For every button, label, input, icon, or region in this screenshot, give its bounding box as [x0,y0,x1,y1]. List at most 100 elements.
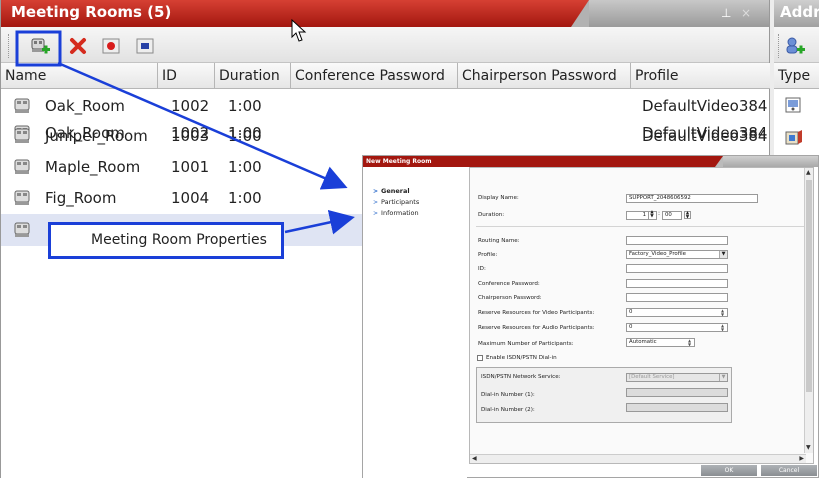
dialog-title: New Meeting Room [366,158,432,165]
room-id: 1002 [171,97,210,115]
isdn-service-value: [Default Service] [629,374,675,380]
isdn-settings-group: ISDN/PSTN Network Service: [Default Serv… [476,367,732,423]
id-label: ID: [478,266,486,272]
stop-icon [136,38,154,54]
routing-name-label: Routing Name: [478,238,520,244]
column-header-duration[interactable]: Duration [215,63,291,89]
room-id: 1001 [171,158,210,176]
address-book-title: Addr [780,3,819,21]
chairperson-password-label: Chairperson Password: [478,295,542,301]
scroll-down-icon[interactable]: ▼ [806,444,811,452]
reserve-audio-stepper[interactable]: 0 ▲ ▼ [626,323,728,332]
profile-value: Factory_Video_Profile [629,251,686,257]
conference-password-label: Conference Password: [478,281,540,287]
address-book-title-bar: Addr [774,0,819,27]
add-participant-icon [786,37,805,54]
reserve-video-stepper[interactable]: 0 ▲ ▼ [626,308,728,317]
room-name: Fig_Room [45,189,117,207]
room-id: 1004 [171,189,210,207]
scroll-left-icon[interactable]: ◀ [472,455,477,463]
scrollbar-thumb[interactable] [806,180,812,392]
room-name: Oak_Room [45,97,125,115]
profile-label: Profile: [478,252,498,258]
max-participants-value: Automatic [629,339,657,345]
general-settings-panel: Display Name: SUPPORT_2048606592 Duratio… [469,167,814,464]
spinner-icon[interactable]: ▲ ▼ [719,309,726,316]
ok-button[interactable]: OK [701,465,757,476]
nav-information[interactable]: > Information [373,209,419,217]
isdn-service-select[interactable]: [Default Service] ▼ [626,373,728,382]
toolbar-grip [778,34,780,58]
enable-isdn-checkbox[interactable] [477,355,483,361]
column-header-profile[interactable]: Profile [631,63,771,89]
cancel-button[interactable]: Cancel [761,465,817,476]
scroll-right-icon[interactable]: ▶ [799,455,804,463]
reserve-video-value: 0 [629,309,633,315]
duration-hours-spinner[interactable]: ▲ ▼ [648,210,655,219]
reserve-audio-value: 0 [629,324,633,330]
chairperson-password-field[interactable] [626,293,728,302]
horizontal-scrollbar[interactable]: ◀ ▶ [470,454,806,463]
routing-name-field[interactable] [626,236,728,245]
table-row[interactable]: Juniper_Room 1003 1:00 DefaultVideo384 [1,120,769,152]
delete-icon [70,38,86,54]
reserve-audio-label: Reserve Resources for Audio Participants… [478,325,595,331]
chevron-right-icon: > [373,210,379,217]
isdn-service-label: ISDN/PSTN Network Service: [481,374,561,380]
room-id: 1003 [171,127,210,145]
table-row[interactable]: Oak_Room 1002 1:00 DefaultVideo384 [1,90,769,122]
pane-title: Meeting Rooms (5) [11,3,172,21]
participant-type-icon [785,97,801,113]
new-meeting-room-dialog: New Meeting Room > General > Participants … [362,155,819,478]
dial-in-number-1-label: Dial-in Number (1): [481,392,535,398]
close-icon[interactable]: × [741,0,751,26]
pin-icon[interactable]: ⊥ [721,0,731,26]
column-header-id[interactable]: ID [158,63,215,89]
room-duration: 1:00 [228,127,262,145]
profile-select[interactable]: Factory_Video_Profile ▼ [626,250,728,259]
conference-password-field[interactable] [626,279,728,288]
id-field[interactable] [626,264,728,273]
dial-in-number-1-field[interactable] [626,388,728,397]
address-book-toolbar [774,27,819,63]
max-participants-stepper[interactable]: Automatic ▲ ▼ [626,338,695,347]
room-name: Juniper_Room [45,127,148,145]
nav-participants[interactable]: > Participants [373,198,419,206]
duration-minutes-spinner[interactable]: ▲ ▼ [684,211,691,220]
dialog-title-tab [715,156,818,167]
nav-label: General [381,187,410,195]
delete-button[interactable] [67,35,89,57]
spinner-icon[interactable]: ▲ ▼ [719,324,726,331]
nav-general[interactable]: > General [373,187,410,195]
display-name-label: Display Name: [478,195,519,201]
duration-separator: : [658,210,661,217]
dial-in-number-2-field[interactable] [626,403,728,412]
meeting-rooms-toolbar [1,27,769,63]
nav-label: Information [381,209,419,217]
display-name-field[interactable]: SUPPORT_2048606592 [626,194,758,203]
nav-label: Participants [381,198,420,206]
chevron-down-icon: ▼ [719,374,727,381]
scroll-up-icon[interactable]: ▲ [806,169,811,177]
meeting-rooms-title-bar: Meeting Rooms (5) ⊥ × [1,0,769,27]
dial-in-number-2-label: Dial-in Number (2): [481,407,535,413]
duration-minutes-field[interactable]: 00 [662,211,682,220]
column-header-conference-password[interactable]: Conference Password [291,63,458,89]
duration-label: Duration: [478,212,505,218]
column-header-name[interactable]: Name [1,63,158,89]
chevron-down-icon: ▼ [719,251,727,258]
enable-isdn-label: Enable ISDN/PSTN Dial-in [486,355,557,361]
stop-button[interactable] [134,35,156,57]
column-header-chairperson-password[interactable]: Chairperson Password [458,63,631,89]
room-duration: 1:00 [228,189,262,207]
add-participant-button[interactable] [784,35,806,57]
add-meeting-room-button[interactable] [29,35,51,57]
record-button[interactable] [100,35,122,57]
vertical-scrollbar[interactable]: ▲ ▼ [804,168,813,453]
meeting-room-properties-menu-item[interactable]: Meeting Room Properties [48,222,284,259]
record-icon [102,38,120,54]
add-meeting-room-icon [31,38,50,54]
dialog-side-nav: > General > Participants > Information [363,167,467,478]
spinner-icon[interactable]: ▲ ▼ [686,339,693,346]
column-header-type[interactable]: Type [774,63,819,89]
